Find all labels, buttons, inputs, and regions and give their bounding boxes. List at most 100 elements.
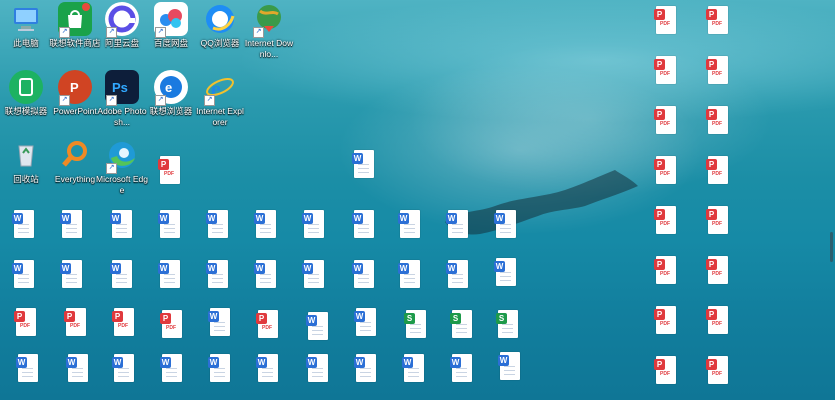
- file-text-line: [504, 366, 515, 367]
- shortcut-arrow-icon: ↗: [106, 27, 117, 38]
- file-text-line: [118, 376, 129, 377]
- desktop-icon-label: PowerPoint: [53, 106, 97, 116]
- word-document-file[interactable]: W: [12, 260, 36, 290]
- file-text-line: [166, 376, 177, 377]
- desktop-icon-lenovo-store[interactable]: ↗ 联想软件商店: [49, 2, 101, 49]
- pdf-document-file[interactable]: P PDF: [14, 308, 38, 338]
- pdf-document-file[interactable]: P PDF: [160, 310, 184, 340]
- word-document-file[interactable]: W: [254, 210, 278, 240]
- desktop-icon-powerpoint[interactable]: P ↗ PowerPoint: [49, 70, 101, 117]
- word-document-file[interactable]: W: [352, 150, 376, 180]
- word-document-file[interactable]: W: [494, 210, 518, 240]
- pdf-document-file[interactable]: P PDF: [256, 310, 280, 340]
- word-badge-icon: W: [158, 213, 169, 224]
- word-document-file[interactable]: W: [110, 210, 134, 240]
- desktop-icon-aliyun-drive[interactable]: ↗ 阿里云盘: [96, 2, 148, 49]
- word-document-file[interactable]: W: [16, 354, 40, 384]
- desktop-icon-photoshop[interactable]: Ps ↗ Adobe Photosh...: [96, 70, 148, 128]
- desktop-scroll-indicator[interactable]: [830, 232, 833, 262]
- word-document-file[interactable]: W: [60, 210, 84, 240]
- desktop-icon-label: 阿里云盘: [104, 38, 139, 48]
- word-document-file[interactable]: W: [208, 354, 232, 384]
- word-document-file[interactable]: W: [12, 210, 36, 240]
- pdf-document-file[interactable]: P PDF: [706, 156, 730, 186]
- word-document-file[interactable]: W: [112, 354, 136, 384]
- desktop-icon-baidu-netdisk[interactable]: ↗ 百度网盘: [145, 2, 197, 49]
- word-document-file[interactable]: W: [302, 210, 326, 240]
- word-document-file[interactable]: W: [302, 260, 326, 290]
- sheet-badge-icon: S: [404, 313, 415, 324]
- pdf-document-file[interactable]: P PDF: [706, 256, 730, 286]
- pdf-document-file[interactable]: P PDF: [706, 356, 730, 386]
- spreadsheet-document-file[interactable]: S: [404, 310, 428, 340]
- pdf-document-file[interactable]: P PDF: [158, 156, 182, 186]
- pdf-document-file[interactable]: P PDF: [706, 306, 730, 336]
- word-document-file[interactable]: W: [206, 260, 230, 290]
- file-text-line: [116, 232, 127, 233]
- pdf-document-file[interactable]: P PDF: [654, 6, 678, 36]
- pdf-document-file[interactable]: P PDF: [654, 356, 678, 386]
- desktop-icon-lenovo-emulator[interactable]: 联想模拟器: [0, 70, 52, 117]
- word-document-file[interactable]: W: [306, 354, 330, 384]
- pdf-document-file[interactable]: P PDF: [654, 306, 678, 336]
- desktop-icon-recycle-bin[interactable]: 回收站: [0, 138, 52, 185]
- pdf-document-file[interactable]: P PDF: [654, 156, 678, 186]
- file-text-line: [452, 282, 463, 283]
- pdf-label: PDF: [712, 371, 722, 377]
- word-document-file[interactable]: W: [66, 354, 90, 384]
- pdf-document-file[interactable]: P PDF: [654, 256, 678, 286]
- word-document-file[interactable]: W: [446, 260, 470, 290]
- file-text-line: [360, 368, 371, 369]
- desktop-icon-microsoft-edge[interactable]: ↗ Microsoft Edge: [96, 138, 148, 196]
- pdf-document-file[interactable]: P PDF: [706, 6, 730, 36]
- file-text-line: [308, 278, 319, 279]
- word-document-file[interactable]: W: [354, 308, 378, 338]
- word-document-file[interactable]: W: [256, 354, 280, 384]
- desktop-icon-this-pc[interactable]: 此电脑: [0, 2, 52, 49]
- word-badge-icon: W: [450, 357, 461, 368]
- word-document-file[interactable]: W: [110, 260, 134, 290]
- file-text-line: [358, 278, 369, 279]
- word-document-file[interactable]: W: [352, 210, 376, 240]
- pdf-document-file[interactable]: P PDF: [64, 308, 88, 338]
- desktop-icon-lenovo-browser[interactable]: e ↗ 联想浏览器: [145, 70, 197, 117]
- word-document-file[interactable]: W: [354, 354, 378, 384]
- word-document-file[interactable]: W: [60, 260, 84, 290]
- desktop-icon-label: Internet Explorer: [196, 106, 244, 127]
- word-document-file[interactable]: W: [158, 260, 182, 290]
- pdf-label: PDF: [712, 221, 722, 227]
- shortcut-arrow-icon: ↗: [155, 95, 166, 106]
- svg-text:Ps: Ps: [112, 80, 128, 95]
- word-document-file[interactable]: W: [398, 210, 422, 240]
- word-document-file[interactable]: W: [398, 260, 422, 290]
- word-document-file[interactable]: W: [306, 312, 330, 342]
- word-document-file[interactable]: W: [208, 308, 232, 338]
- word-document-file[interactable]: W: [158, 210, 182, 240]
- word-document-file[interactable]: W: [494, 258, 518, 288]
- word-document-file[interactable]: W: [352, 260, 376, 290]
- word-document-file[interactable]: W: [446, 210, 470, 240]
- desktop-icon-idm[interactable]: ↗ Internet Downlo...: [243, 2, 295, 60]
- word-document-file[interactable]: W: [254, 260, 278, 290]
- desktop-icon-internet-explorer[interactable]: e ↗ Internet Explorer: [194, 70, 246, 128]
- pdf-document-file[interactable]: P PDF: [706, 56, 730, 86]
- pdf-document-file[interactable]: P PDF: [706, 206, 730, 236]
- pdf-document-file[interactable]: P PDF: [654, 106, 678, 136]
- pdf-document-file[interactable]: P PDF: [654, 56, 678, 86]
- word-badge-icon: W: [446, 213, 457, 224]
- word-document-file[interactable]: W: [402, 354, 426, 384]
- spreadsheet-document-file[interactable]: S: [450, 310, 474, 340]
- word-badge-icon: W: [60, 263, 71, 274]
- pdf-document-file[interactable]: P PDF: [112, 308, 136, 338]
- word-document-file[interactable]: W: [206, 210, 230, 240]
- word-document-file[interactable]: W: [160, 354, 184, 384]
- desktop-icon-everything[interactable]: Everything: [49, 138, 101, 185]
- word-document-file[interactable]: W: [498, 352, 522, 382]
- pdf-label: PDF: [118, 323, 128, 329]
- spreadsheet-document-file[interactable]: S: [496, 310, 520, 340]
- word-document-file[interactable]: W: [450, 354, 474, 384]
- desktop-icon-qq-browser[interactable]: QQ浏览器: [194, 2, 246, 49]
- pdf-document-file[interactable]: P PDF: [654, 206, 678, 236]
- recycle-bin-icon: [9, 138, 43, 172]
- pdf-document-file[interactable]: P PDF: [706, 106, 730, 136]
